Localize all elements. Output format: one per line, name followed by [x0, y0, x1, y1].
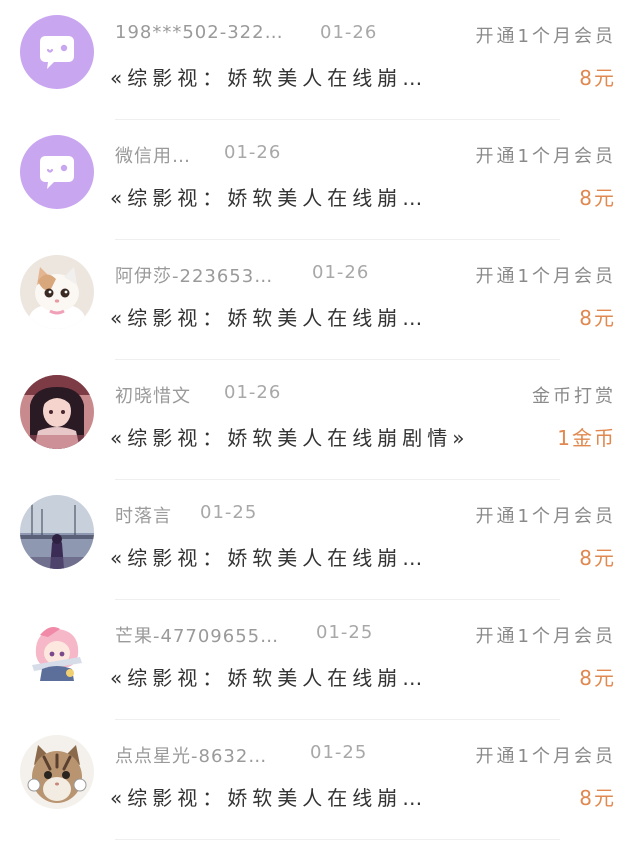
- user-name: 点点星光-8632…: [115, 746, 268, 767]
- user-name: 芒果-47709655…: [115, 626, 280, 647]
- list-item[interactable]: 时落言 01-25 开通1个月会员 «综影视：娇软美人在线崩… 8元: [0, 480, 640, 600]
- list-item[interactable]: 点点星光-8632… 01-25 开通1个月会员 «综影视：娇软美人在线崩… 8…: [0, 720, 640, 840]
- user-name: 阿伊莎-223653…: [115, 266, 274, 287]
- harbor-girl-photo: [20, 495, 94, 569]
- action-label: 开通1个月会员: [475, 626, 616, 647]
- list-item[interactable]: 微信用… 01-26 开通1个月会员 «综影视：娇软美人在线崩… 8元: [0, 120, 640, 240]
- wechat-bubble-icon: [20, 15, 94, 89]
- anime-girl-photo: [20, 375, 94, 449]
- book-title: «综影视：娇软美人在线崩…: [110, 666, 428, 690]
- action-label: 开通1个月会员: [475, 26, 616, 47]
- anime-pink-girl-photo: [20, 615, 94, 689]
- avatar[interactable]: [20, 255, 94, 329]
- user-name: 198***502-3220…: [115, 22, 290, 43]
- amount: 1金币: [557, 426, 616, 450]
- amount: 8元: [579, 306, 616, 330]
- list-item[interactable]: 初晓惜文 01-26 金币打赏 «综影视：娇软美人在线崩剧情» 1金币: [0, 360, 640, 480]
- action-label: 开通1个月会员: [475, 746, 616, 767]
- book-title: «综影视：娇软美人在线崩…: [110, 66, 428, 90]
- book-title: «综影视：娇软美人在线崩…: [110, 186, 428, 210]
- wechat-bubble-icon: [20, 135, 94, 209]
- record-date: 01-26: [224, 142, 282, 163]
- list-item[interactable]: 阿伊莎-223653… 01-26 开通1个月会员 «综影视：娇软美人在线崩… …: [0, 240, 640, 360]
- book-title: «综影视：娇软美人在线崩…: [110, 306, 428, 330]
- avatar[interactable]: [20, 15, 94, 89]
- record-date: 01-25: [316, 622, 374, 643]
- avatar[interactable]: [20, 495, 94, 569]
- record-date: 01-25: [200, 502, 258, 523]
- avatar[interactable]: [20, 375, 94, 449]
- amount: 8元: [579, 546, 616, 570]
- action-label: 开通1个月会员: [475, 146, 616, 167]
- purchase-record-list: 198***502-3220… 01-26 开通1个月会员 «综影视：娇软美人在…: [0, 0, 640, 850]
- record-date: 01-26: [312, 262, 370, 283]
- action-label: 开通1个月会员: [475, 506, 616, 527]
- book-title: «综影视：娇软美人在线崩…: [110, 546, 428, 570]
- tabby-cat-photo: [20, 735, 94, 809]
- record-date: 01-25: [310, 742, 368, 763]
- list-item[interactable]: 198***502-3220… 01-26 开通1个月会员 «综影视：娇软美人在…: [0, 0, 640, 120]
- avatar[interactable]: [20, 615, 94, 689]
- book-title: «综影视：娇软美人在线崩剧情»: [110, 426, 470, 450]
- cat-photo: [20, 255, 94, 329]
- amount: 8元: [579, 66, 616, 90]
- avatar[interactable]: [20, 735, 94, 809]
- amount: 8元: [579, 786, 616, 810]
- book-title: «综影视：娇软美人在线崩…: [110, 786, 428, 810]
- list-item[interactable]: 芒果-47709655… 01-25 开通1个月会员 «综影视：娇软美人在线崩……: [0, 600, 640, 720]
- record-date: 01-26: [224, 382, 282, 403]
- divider: [115, 839, 560, 840]
- avatar[interactable]: [20, 135, 94, 209]
- amount: 8元: [579, 186, 616, 210]
- action-label: 开通1个月会员: [475, 266, 616, 287]
- action-label: 金币打赏: [532, 386, 616, 407]
- record-date: 01-26: [320, 22, 378, 43]
- amount: 8元: [579, 666, 616, 690]
